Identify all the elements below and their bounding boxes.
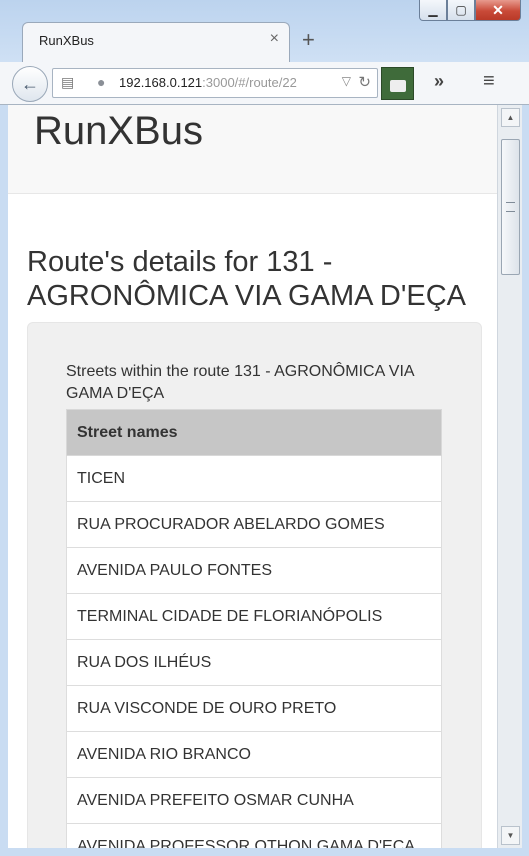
url-path: :3000/#/route/22 xyxy=(202,75,297,90)
vertical-scrollbar[interactable]: ▲ ▼ xyxy=(497,105,522,848)
reload-icon[interactable]: ↻ xyxy=(358,73,371,91)
scroll-up-arrow-icon[interactable]: ▲ xyxy=(501,108,520,127)
streets-table: Street names TICEN RUA PROCURADOR ABELAR… xyxy=(66,409,442,848)
url-host: 192.168.0.121 xyxy=(119,75,203,90)
street-name-cell: TICEN xyxy=(66,455,442,502)
window-controls: ▁ ▢ ✕ xyxy=(419,0,521,21)
street-name-cell: RUA PROCURADOR ABELARDO GOMES xyxy=(66,501,442,548)
street-name-cell: RUA VISCONDE DE OURO PRETO xyxy=(66,685,442,732)
table-row: AVENIDA PREFEITO OSMAR CUNHA xyxy=(66,777,442,824)
streets-caption: Streets within the route 131 - AGRONÔMIC… xyxy=(66,363,414,402)
scrollbar-grip-icon xyxy=(506,202,515,212)
table-row: AVENIDA RIO BRANCO xyxy=(66,731,442,778)
url-text[interactable]: 192.168.0.121:3000/#/route/22 xyxy=(119,75,297,90)
column-header-street-names: Street names xyxy=(66,409,442,456)
browser-tab[interactable]: RunXBus × xyxy=(22,22,290,63)
table-row: RUA PROCURADOR ABELARDO GOMES xyxy=(66,501,442,548)
page-viewport: RunXBus Route's details for 131 - AGRONÔ… xyxy=(8,105,497,848)
table-row: AVENIDA PAULO FONTES xyxy=(66,547,442,594)
street-name-cell: RUA DOS ILHÉUS xyxy=(66,639,442,686)
table-row: TERMINAL CIDADE DE FLORIANÓPOLIS xyxy=(66,593,442,640)
window-titlebar: ▁ ▢ ✕ RunXBus × + xyxy=(0,0,529,63)
street-name-cell: AVENIDA PAULO FONTES xyxy=(66,547,442,594)
scrollbar-thumb[interactable] xyxy=(501,139,520,275)
table-row: TICEN xyxy=(66,455,442,502)
new-tab-button[interactable]: + xyxy=(302,27,315,53)
table-row: RUA VISCONDE DE OURO PRETO xyxy=(66,685,442,732)
navigation-toolbar: ← ▤ ● 192.168.0.121:3000/#/route/22 ▽ ↻ … xyxy=(0,62,529,105)
street-name-cell: AVENIDA RIO BRANCO xyxy=(66,731,442,778)
back-arrow-icon[interactable]: ← xyxy=(12,66,48,102)
globe-icon: ● xyxy=(97,74,106,90)
tab-title: RunXBus xyxy=(39,33,94,48)
table-row: AVENIDA PROFESSOR OTHON GAMA D'EÇA xyxy=(66,823,442,848)
minimize-button[interactable]: ▁ xyxy=(419,0,447,21)
reader-view-icon[interactable]: ▤ xyxy=(61,74,74,91)
brand-link[interactable]: RunXBus xyxy=(34,109,203,154)
hamburger-menu-icon[interactable]: ≡ xyxy=(483,70,495,93)
street-name-cell: TERMINAL CIDADE DE FLORIANÓPOLIS xyxy=(66,593,442,640)
tab-close-icon[interactable]: × xyxy=(270,30,279,48)
app-navbar: RunXBus xyxy=(8,105,497,194)
street-name-cell: AVENIDA PROFESSOR OTHON GAMA D'EÇA xyxy=(66,823,442,848)
maximize-button[interactable]: ▢ xyxy=(447,0,475,21)
address-bar[interactable]: ▤ ● 192.168.0.121:3000/#/route/22 ▽ ↻ xyxy=(52,68,378,98)
street-name-cell: AVENIDA PREFEITO OSMAR CUNHA xyxy=(66,777,442,824)
streets-panel: Streets within the route 131 - AGRONÔMIC… xyxy=(27,322,482,848)
table-header-row: Street names xyxy=(66,409,442,456)
dropdown-arrow-icon[interactable]: ▽ xyxy=(342,74,351,88)
overflow-chevron-icon[interactable]: » xyxy=(434,71,444,92)
table-row: RUA DOS ILHÉUS xyxy=(66,639,442,686)
page-title: Route's details for 131 - AGRONÔMICA VIA… xyxy=(27,246,467,312)
extension-icon[interactable] xyxy=(381,67,414,100)
close-window-button[interactable]: ✕ xyxy=(475,0,521,21)
scroll-down-arrow-icon[interactable]: ▼ xyxy=(501,826,520,845)
